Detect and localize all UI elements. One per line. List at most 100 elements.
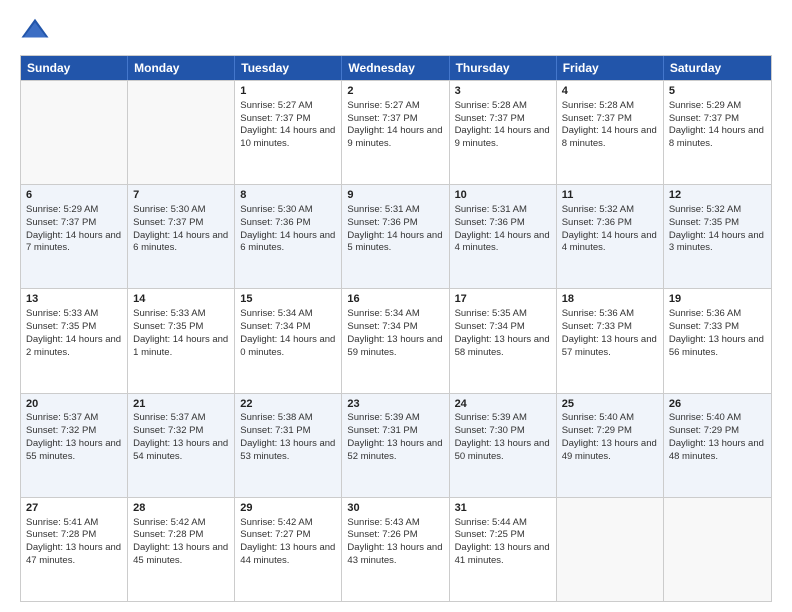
day-number: 21 [133, 397, 229, 412]
calendar-body: 1Sunrise: 5:27 AMSunset: 7:37 PMDaylight… [21, 80, 771, 601]
calendar-cell: 16Sunrise: 5:34 AMSunset: 7:34 PMDayligh… [342, 289, 449, 392]
sunset-text: Sunset: 7:31 PM [240, 425, 310, 436]
sunrise-text: Sunrise: 5:29 AM [669, 100, 741, 111]
daylight-text: Daylight: 14 hours and 8 minutes. [669, 125, 764, 149]
day-number: 16 [347, 292, 443, 307]
calendar-cell: 11Sunrise: 5:32 AM Sunset: 7:36 PM Dayligh… [557, 185, 664, 288]
daylight-text: Daylight: 13 hours and 56 minutes. [669, 334, 764, 358]
calendar-cell: 7Sunrise: 5:30 AMSunset: 7:37 PMDaylight… [128, 185, 235, 288]
sunset-text: Sunset: 7:32 PM [133, 425, 203, 436]
day-number: 27 [26, 501, 122, 516]
calendar-cell: 21Sunrise: 5:37 AM Sunset: 7:32 PM Dayligh… [128, 394, 235, 497]
day-number: 23 [347, 397, 443, 412]
sunrise-text: Sunrise: 5:34 AM [347, 308, 419, 319]
header [20, 15, 772, 45]
daylight-text: Daylight: 13 hours and 55 minutes. [26, 438, 121, 462]
sunrise-text: Sunrise: 5:27 AM [347, 100, 419, 111]
day-number: 20 [26, 397, 122, 412]
daylight-text: Daylight: 14 hours and 7 minutes. [26, 230, 121, 254]
calendar-cell: 25Sunrise: 5:40 AMSunset: 7:29 PMDayligh… [557, 394, 664, 497]
daylight-text: Daylight: 14 hours and 5 minutes. [347, 230, 442, 254]
daylight-text: Daylight: 14 hours and 0 minutes. [240, 334, 335, 358]
calendar-cell: 12Sunrise: 5:32 AM Sunset: 7:35 PM Dayligh… [664, 185, 771, 288]
calendar-cell: 9Sunrise: 5:31 AMSunset: 7:36 PMDaylight… [342, 185, 449, 288]
day-number: 7 [133, 188, 229, 203]
sunrise-text: Sunrise: 5:39 AM [455, 412, 527, 423]
sunrise-text: Sunrise: 5:44 AM [455, 517, 527, 528]
sunrise-text: Sunrise: 5:40 AM [669, 412, 741, 423]
calendar-cell: 18Sunrise: 5:36 AMSunset: 7:33 PMDayligh… [557, 289, 664, 392]
sunrise-text: Sunrise: 5:32 AM [562, 204, 634, 215]
sunrise-text: Sunrise: 5:30 AM [133, 204, 205, 215]
calendar-cell: 5Sunrise: 5:29 AMSunset: 7:37 PMDaylight… [664, 81, 771, 184]
sunset-text: Sunset: 7:37 PM [133, 217, 203, 228]
sunrise-text: Sunrise: 5:42 AM [133, 517, 205, 528]
sunrise-text: Sunrise: 5:32 AM [669, 204, 741, 215]
sunrise-text: Sunrise: 5:34 AM [240, 308, 312, 319]
sunset-text: Sunset: 7:37 PM [669, 113, 739, 124]
day-number: 1 [240, 84, 336, 99]
sunset-text: Sunset: 7:37 PM [562, 113, 632, 124]
sunset-text: Sunset: 7:28 PM [133, 529, 203, 540]
weekday-header: Wednesday [342, 56, 449, 80]
day-number: 22 [240, 397, 336, 412]
calendar-cell [21, 81, 128, 184]
calendar-cell: 26Sunrise: 5:40 AMSunset: 7:29 PMDayligh… [664, 394, 771, 497]
calendar-cell: 19Sunrise: 5:36 AMSunset: 7:33 PMDayligh… [664, 289, 771, 392]
sunrise-text: Sunrise: 5:42 AM [240, 517, 312, 528]
daylight-text: Daylight: 14 hours and 8 minutes. [562, 125, 657, 149]
daylight-text: Daylight: 14 hours and 10 minutes. [240, 125, 335, 149]
sunset-text: Sunset: 7:27 PM [240, 529, 310, 540]
sunrise-text: Sunrise: 5:37 AM [133, 412, 205, 423]
calendar-row: 27Sunrise: 5:41 AMSunset: 7:28 PMDayligh… [21, 497, 771, 601]
day-number: 10 [455, 188, 551, 203]
daylight-text: Daylight: 13 hours and 52 minutes. [347, 438, 442, 462]
sunrise-text: Sunrise: 5:31 AM [347, 204, 419, 215]
sunset-text: Sunset: 7:37 PM [455, 113, 525, 124]
daylight-text: Daylight: 13 hours and 45 minutes. [133, 542, 228, 566]
weekday-header: Sunday [21, 56, 128, 80]
daylight-text: Daylight: 13 hours and 41 minutes. [455, 542, 550, 566]
sunrise-text: Sunrise: 5:43 AM [347, 517, 419, 528]
calendar-cell: 8Sunrise: 5:30 AMSunset: 7:36 PMDaylight… [235, 185, 342, 288]
calendar-row: 13Sunrise: 5:33 AMSunset: 7:35 PMDayligh… [21, 288, 771, 392]
sunset-text: Sunset: 7:36 PM [455, 217, 525, 228]
daylight-text: Daylight: 14 hours and 4 minutes. [562, 230, 657, 254]
calendar-cell: 30Sunrise: 5:43 AMSunset: 7:26 PMDayligh… [342, 498, 449, 601]
day-number: 31 [455, 501, 551, 516]
calendar-cell: 13Sunrise: 5:33 AMSunset: 7:35 PMDayligh… [21, 289, 128, 392]
sunset-text: Sunset: 7:35 PM [669, 217, 739, 228]
day-number: 11 [562, 188, 658, 203]
sunrise-text: Sunrise: 5:29 AM [26, 204, 98, 215]
daylight-text: Daylight: 14 hours and 9 minutes. [455, 125, 550, 149]
sunset-text: Sunset: 7:28 PM [26, 529, 96, 540]
calendar-cell: 10Sunrise: 5:31 AMSunset: 7:36 PMDayligh… [450, 185, 557, 288]
calendar-cell: 17Sunrise: 5:35 AMSunset: 7:34 PMDayligh… [450, 289, 557, 392]
sunset-text: Sunset: 7:37 PM [347, 113, 417, 124]
day-number: 25 [562, 397, 658, 412]
day-number: 9 [347, 188, 443, 203]
page: SundayMondayTuesdayWednesdayThursdayFrid… [0, 0, 792, 612]
sunrise-text: Sunrise: 5:33 AM [26, 308, 98, 319]
daylight-text: Daylight: 13 hours and 44 minutes. [240, 542, 335, 566]
sunrise-text: Sunrise: 5:28 AM [455, 100, 527, 111]
sunrise-text: Sunrise: 5:27 AM [240, 100, 312, 111]
calendar-cell: 3Sunrise: 5:28 AMSunset: 7:37 PMDaylight… [450, 81, 557, 184]
calendar-cell: 6Sunrise: 5:29 AMSunset: 7:37 PMDaylight… [21, 185, 128, 288]
sunrise-text: Sunrise: 5:39 AM [347, 412, 419, 423]
day-number: 26 [669, 397, 766, 412]
sunset-text: Sunset: 7:36 PM [562, 217, 632, 228]
logo-icon [20, 15, 50, 45]
calendar-row: 1Sunrise: 5:27 AMSunset: 7:37 PMDaylight… [21, 80, 771, 184]
daylight-text: Daylight: 13 hours and 58 minutes. [455, 334, 550, 358]
daylight-text: Daylight: 14 hours and 2 minutes. [26, 334, 121, 358]
daylight-text: Daylight: 14 hours and 4 minutes. [455, 230, 550, 254]
day-number: 30 [347, 501, 443, 516]
daylight-text: Daylight: 14 hours and 3 minutes. [669, 230, 764, 254]
calendar-cell: 28Sunrise: 5:42 AMSunset: 7:28 PMDayligh… [128, 498, 235, 601]
sunset-text: Sunset: 7:31 PM [347, 425, 417, 436]
day-number: 12 [669, 188, 766, 203]
daylight-text: Daylight: 13 hours and 54 minutes. [133, 438, 228, 462]
daylight-text: Daylight: 13 hours and 57 minutes. [562, 334, 657, 358]
daylight-text: Daylight: 14 hours and 1 minute. [133, 334, 228, 358]
